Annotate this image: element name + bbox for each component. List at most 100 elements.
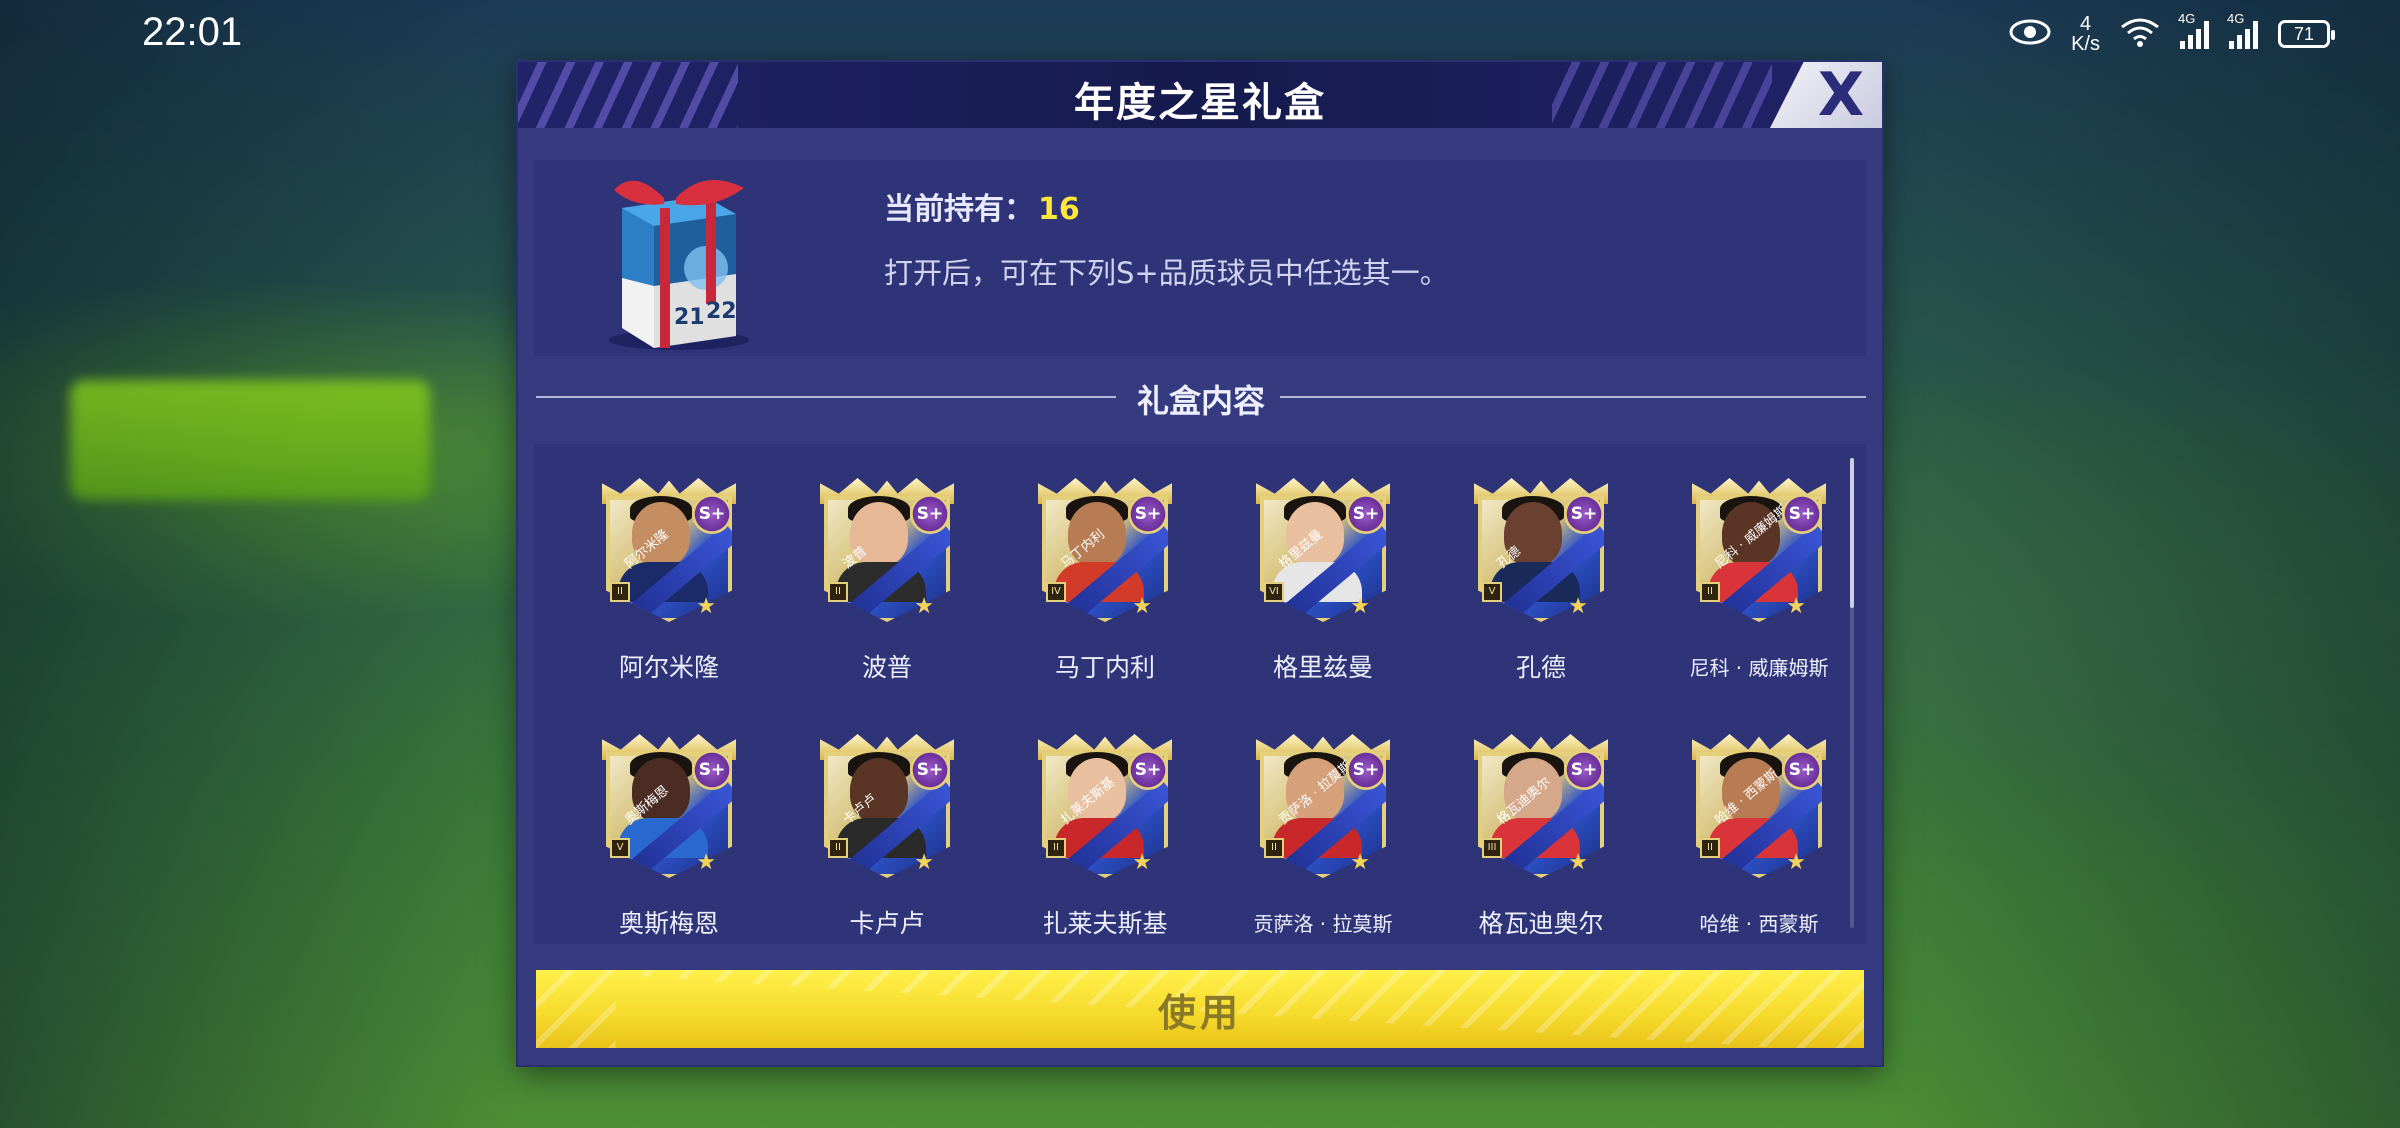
player-name: 格瓦迪奥尔 xyxy=(1478,909,1604,938)
eye-icon xyxy=(2009,19,2051,50)
player-name: 马丁内利 xyxy=(1054,653,1155,682)
player-name: 贡萨洛 · 拉莫斯 xyxy=(1253,912,1393,936)
player-card-item[interactable]: 格瓦迪奥尔 S+ III ★ 格瓦迪奥尔 xyxy=(1454,724,1624,944)
rank-badge: II xyxy=(610,582,630,602)
player-grid[interactable]: 阿尔米隆 S+ II ★ 阿尔米隆 波普 S+ II ★ 波普 马丁内利 S+ IV ★ 马丁内利 格里兹曼 S… xyxy=(534,444,1866,944)
player-name: 孔德 xyxy=(1515,653,1566,682)
s-plus-badge-icon: S+ xyxy=(910,494,950,534)
battery-icon: 71 xyxy=(2278,20,2335,48)
star-icon: ★ xyxy=(1132,850,1152,875)
svg-text:22: 22 xyxy=(706,299,737,324)
battery-level: 71 xyxy=(2293,23,2315,44)
player-name: 尼科 · 威廉姆斯 xyxy=(1689,656,1829,680)
player-name: 卡卢卢 xyxy=(849,909,925,938)
rank-badge: VI xyxy=(1264,582,1284,602)
s-plus-badge-icon: S+ xyxy=(692,494,732,534)
star-icon: ★ xyxy=(696,850,716,875)
rank-badge: II xyxy=(1700,838,1720,858)
star-icon: ★ xyxy=(1786,594,1806,619)
signal-tag-1: 4G xyxy=(2178,11,2196,26)
dialog-title-bar: 年度之星礼盒 X xyxy=(518,62,1882,128)
s-plus-badge-icon: S+ xyxy=(1564,750,1604,790)
player-name: 格里兹曼 xyxy=(1272,653,1373,682)
player-card: 贡萨洛 · 拉莫斯 S+ II ★ xyxy=(1256,724,1390,896)
net-speed-unit: K/s xyxy=(2071,33,2100,55)
rank-badge: II xyxy=(1046,838,1066,858)
background-blurred-button xyxy=(70,380,430,500)
net-speed-value: 4 xyxy=(2079,13,2092,35)
player-card-item[interactable]: 阿尔米隆 S+ II ★ 阿尔米隆 xyxy=(582,468,752,698)
player-card: 孔德 S+ V ★ xyxy=(1474,468,1608,640)
player-card: 哈维 · 西蒙斯 S+ II ★ xyxy=(1692,724,1826,896)
rank-badge: II xyxy=(1264,838,1284,858)
owned-count-text: 当前持有： 16 xyxy=(884,184,1080,228)
s-plus-badge-icon: S+ xyxy=(1346,494,1386,534)
star-icon: ★ xyxy=(1350,594,1370,619)
signal-icon: 4G xyxy=(2178,11,2209,49)
player-card: 阿尔米隆 S+ II ★ xyxy=(602,468,736,640)
player-card: 波普 S+ II ★ xyxy=(820,468,954,640)
owned-label: 当前持有： xyxy=(884,192,1034,227)
rank-badge: II xyxy=(828,838,848,858)
s-plus-badge-icon: S+ xyxy=(1564,494,1604,534)
player-card-item[interactable]: 扎莱夫斯基 S+ II ★ 扎莱夫斯基 xyxy=(1018,724,1188,944)
background-left-shade xyxy=(0,0,520,1128)
divider-right xyxy=(1280,396,1866,398)
star-icon: ★ xyxy=(1568,594,1588,619)
player-name: 波普 xyxy=(861,653,912,682)
player-name: 扎莱夫斯基 xyxy=(1042,909,1168,938)
grid-scrollbar[interactable] xyxy=(1850,458,1854,928)
rank-badge: V xyxy=(610,838,630,858)
player-card-item[interactable]: 尼科 · 威廉姆斯 S+ II ★ 尼科 · 威廉姆斯 xyxy=(1672,468,1842,698)
s-plus-badge-icon: S+ xyxy=(1128,494,1168,534)
section-header: 礼盒内容 xyxy=(536,374,1866,420)
star-icon: ★ xyxy=(914,594,934,619)
rank-badge: II xyxy=(1700,582,1720,602)
svg-text:21: 21 xyxy=(674,305,705,330)
star-icon: ★ xyxy=(1132,594,1152,619)
gift-info-panel: 21 22 当前持有： 16 打开后，可在下列S+品质球员中任选其一。 xyxy=(534,160,1866,356)
rank-badge: III xyxy=(1482,838,1502,858)
rank-badge: IV xyxy=(1046,582,1066,602)
dialog-title: 年度之星礼盒 xyxy=(1074,80,1326,126)
player-card-item[interactable]: 哈维 · 西蒙斯 S+ II ★ 哈维 · 西蒙斯 xyxy=(1672,724,1842,944)
player-card: 扎莱夫斯基 S+ II ★ xyxy=(1038,724,1172,896)
signal-tag-2: 4G xyxy=(2227,11,2245,26)
player-card: 马丁内利 S+ IV ★ xyxy=(1038,468,1172,640)
section-title: 礼盒内容 xyxy=(1136,382,1265,420)
player-card-item[interactable]: 奥斯梅恩 S+ V ★ 奥斯梅恩 xyxy=(582,724,752,944)
net-speed: 4 K/s xyxy=(2071,14,2100,54)
player-card: 格瓦迪奥尔 S+ III ★ xyxy=(1474,724,1608,896)
s-plus-badge-icon: S+ xyxy=(692,750,732,790)
rank-badge: V xyxy=(1482,582,1502,602)
wifi-icon xyxy=(2120,17,2160,52)
use-button[interactable]: 使用 xyxy=(536,970,1864,1048)
s-plus-badge-icon: S+ xyxy=(1782,494,1822,534)
use-button-label: 使用 xyxy=(1157,990,1242,1035)
star-icon: ★ xyxy=(1350,850,1370,875)
player-name: 奥斯梅恩 xyxy=(618,909,719,938)
background-right-shade xyxy=(1880,0,2400,1128)
player-card-item[interactable]: 格里兹曼 S+ VI ★ 格里兹曼 xyxy=(1236,468,1406,698)
signal-icon: 4G xyxy=(2227,11,2258,49)
player-name: 哈维 · 西蒙斯 xyxy=(1699,912,1819,936)
s-plus-badge-icon: S+ xyxy=(910,750,950,790)
star-icon: ★ xyxy=(914,850,934,875)
player-card-item[interactable]: 马丁内利 S+ IV ★ 马丁内利 xyxy=(1018,468,1188,698)
star-icon: ★ xyxy=(1568,850,1588,875)
close-icon: X xyxy=(1817,62,1865,128)
scroll-thumb[interactable] xyxy=(1850,458,1854,608)
player-card-item[interactable]: 波普 S+ II ★ 波普 xyxy=(800,468,970,698)
player-card: 奥斯梅恩 S+ V ★ xyxy=(602,724,736,896)
player-card: 格里兹曼 S+ VI ★ xyxy=(1256,468,1390,640)
player-card: 卡卢卢 S+ II ★ xyxy=(820,724,954,896)
star-icon: ★ xyxy=(1786,850,1806,875)
player-card-item[interactable]: 贡萨洛 · 拉莫斯 S+ II ★ 贡萨洛 · 拉莫斯 xyxy=(1236,724,1406,944)
star-icon: ★ xyxy=(696,594,716,619)
status-icons: 4 K/s 4G 4G 71 xyxy=(2009,11,2335,54)
gift-description: 打开后，可在下列S+品质球员中任选其一。 xyxy=(884,256,1449,290)
player-card-item[interactable]: 卡卢卢 S+ II ★ 卡卢卢 xyxy=(800,724,970,944)
player-card-item[interactable]: 孔德 S+ V ★ 孔德 xyxy=(1454,468,1624,698)
status-time: 22:01 xyxy=(142,10,243,54)
s-plus-badge-icon: S+ xyxy=(1782,750,1822,790)
